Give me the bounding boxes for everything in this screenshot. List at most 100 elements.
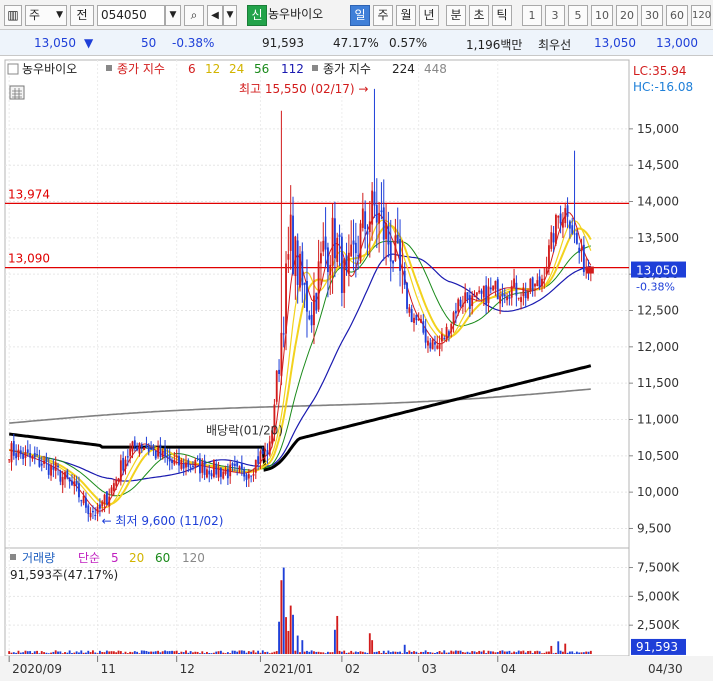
candle-body [226,468,229,479]
volume-bar [471,651,474,654]
period-tab-tick[interactable]: 틱 [492,5,512,26]
candle-body [420,319,422,323]
volume-bar [387,650,390,654]
count-button-5[interactable]: 5 [568,5,588,26]
hc-label: HC:-16.08 [633,80,693,94]
candle-body [575,232,578,244]
volume-bar [68,650,71,654]
candle-body [527,292,529,299]
volume-bar [82,652,85,654]
volume-bar [278,621,280,654]
current-price-marker [585,266,594,274]
price-tick-label: 15,000 [637,122,679,136]
period-tab-year[interactable]: 년 [419,5,439,26]
stock-chart[interactable]: 15,00014,50014,00013,50013,00012,50012,0… [0,56,713,681]
volume-current-label: 91,593 [636,640,678,654]
search-icon[interactable]: ⌕ [184,5,204,26]
period-tab-month[interactable]: 월 [396,5,416,26]
volume-bar [40,651,43,654]
candle-body [33,452,36,458]
count-button-3[interactable]: 3 [545,5,565,26]
volume-bar [464,652,467,654]
candle-body [366,231,369,235]
count-button-30[interactable]: 30 [641,5,663,26]
candle-body [110,487,113,494]
volume-bar [110,651,113,654]
candle-body [45,457,48,463]
volume-bar [417,653,420,654]
reference-line-label: 13,974 [8,187,50,201]
candle-body [85,497,87,508]
volume-bar [31,653,34,654]
candle-body [436,345,439,349]
candle-body [238,466,241,470]
count-button-10[interactable]: 10 [591,5,613,26]
volume-bar [336,615,339,654]
candle-body [75,480,78,485]
count-button-120[interactable]: 120 [691,5,711,26]
volume-bar [201,651,204,654]
count-button-20[interactable]: 20 [616,5,638,26]
period-tab-second[interactable]: 초 [469,5,489,26]
count-button-60[interactable]: 60 [666,5,688,26]
candle-body [217,467,220,478]
code-dropdown-icon[interactable]: ▼ [165,5,181,26]
candle-body [580,248,583,252]
candle-body [408,307,411,313]
candle-body [157,447,160,457]
code-input[interactable]: 054050 [97,5,165,26]
volume-bar [203,653,206,654]
volume-bar [301,640,304,654]
price-tick-label: 11,500 [637,376,679,390]
candle-body [52,466,55,470]
volume-bar [489,651,492,654]
volume-bar [582,652,585,654]
volume-bar [257,650,260,654]
candle-body [324,236,327,250]
candle-body [499,296,502,304]
volume-ma-period: 5 [111,551,119,565]
candle-body [510,285,513,298]
legend-ma-period: 56 [254,62,269,76]
candle-body [98,504,101,509]
candle-body [78,483,80,498]
volume-bar [171,650,173,654]
period-tab-minute[interactable]: 분 [446,5,466,26]
volume-bar [394,651,397,654]
down-arrow-icon: ▼ [84,36,94,50]
candle-body [119,460,122,482]
layout-icon[interactable]: ▥ [4,5,22,26]
count-button-1[interactable]: 1 [522,5,542,26]
code-label-button[interactable]: 전 [70,5,94,26]
period-tab-day[interactable]: 일 [350,5,370,26]
volume-bar [271,652,274,654]
volume-bar [15,652,18,654]
candle-body [26,449,29,453]
high-annotation: 최고 15,550 (02/17) → [239,82,369,96]
time-tick-label: 03 [422,662,437,676]
volume-bar [222,652,225,654]
candle-body [434,342,436,345]
candle-body [115,479,118,486]
volume-bar [250,651,253,654]
volume-bar [57,651,59,654]
time-tick-label: 04 [501,662,516,676]
volume-tick-label: 5,000K [637,589,680,603]
volume-bar [485,653,488,654]
sound-dropdown-icon[interactable]: ▼ [223,5,237,26]
candle-body [385,223,388,240]
sound-icon[interactable]: ◀ [207,5,223,26]
volume-bar [359,651,362,654]
market-select[interactable]: 주 ▼ [25,5,67,26]
candle-body [406,283,408,309]
candle-body [443,338,446,340]
candle-body [475,292,478,296]
volume-bar [559,650,562,654]
volume-bar [89,652,92,654]
candle-body [548,245,550,269]
legend-stock-name: 농우바이오 [22,62,77,76]
volume-bar [313,651,315,654]
period-tab-week[interactable]: 주 [373,5,393,26]
volume-bar [510,652,513,654]
candle-body [254,459,257,473]
